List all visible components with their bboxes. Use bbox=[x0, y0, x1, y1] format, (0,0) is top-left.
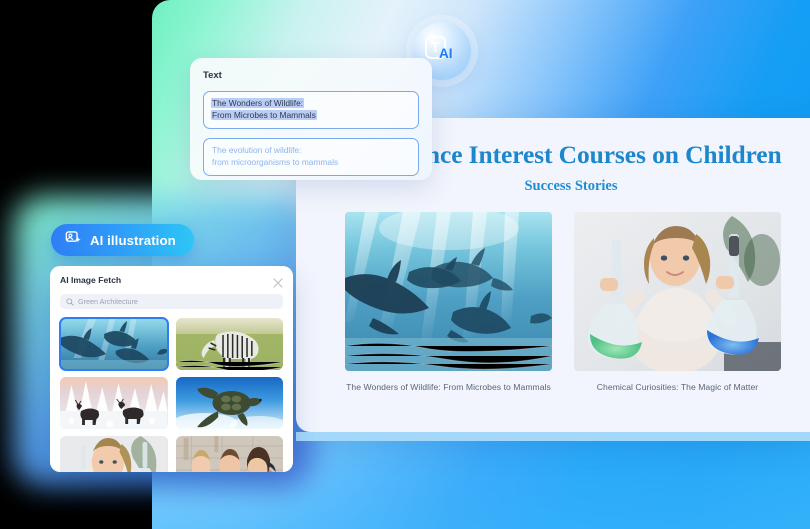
text-prompt-line-1: The evolution of wildlife: bbox=[212, 145, 302, 155]
gallery-caption: The Wonders of Wildlife: From Microbes t… bbox=[346, 382, 551, 392]
image-sparkle-icon bbox=[65, 229, 82, 251]
gallery-item[interactable]: Chemical Curiosities: The Magic of Matte… bbox=[574, 212, 781, 392]
ai-image-fetch-panel: AI Image Fetch Green Architecture bbox=[50, 266, 293, 472]
text-result-field[interactable]: The Wonders of Wildlife: From Microbes t… bbox=[203, 91, 419, 129]
ai-illustration-label: AI illustration bbox=[90, 232, 176, 248]
search-placeholder: Green Architecture bbox=[78, 297, 138, 306]
ai-image-fetch-grid bbox=[59, 317, 283, 472]
thumbnail-reindeer-snow[interactable] bbox=[60, 377, 168, 429]
gallery-caption: Chemical Curiosities: The Magic of Matte… bbox=[596, 382, 759, 392]
search-input[interactable]: Green Architecture bbox=[60, 294, 283, 309]
ai-image-fetch-header: AI Image Fetch bbox=[60, 275, 283, 288]
document-subtitle: Success Stories bbox=[524, 178, 618, 194]
thumbnail-dolphins[interactable] bbox=[59, 317, 169, 371]
text-panel-title: Text bbox=[203, 70, 222, 81]
text-prompt-field[interactable]: The evolution of wildlife: from microorg… bbox=[203, 138, 419, 176]
text-generation-panel: Text The Wonders of Wildlife: From Micro… bbox=[190, 58, 432, 180]
gallery-item[interactable]: The Wonders of Wildlife: From Microbes t… bbox=[345, 212, 552, 392]
document-gallery: The Wonders of Wildlife: From Microbes t… bbox=[345, 212, 781, 392]
thumbnail-sea-turtle[interactable] bbox=[175, 377, 283, 429]
text-ai-badge-icon: T AI bbox=[425, 36, 459, 66]
screenshot-stage: Science Interest Courses on Children Suc… bbox=[0, 0, 810, 529]
thumbnail-child-with-flask[interactable] bbox=[60, 436, 168, 472]
thumbnail-zebra[interactable] bbox=[175, 318, 283, 370]
thumbnail-children-classroom[interactable] bbox=[175, 436, 283, 472]
badge-ai-label: AI bbox=[439, 46, 453, 61]
search-icon bbox=[66, 293, 74, 311]
text-result-line-1: The Wonders of Wildlife: bbox=[211, 98, 305, 108]
ai-illustration-button[interactable]: AI illustration bbox=[51, 224, 194, 256]
text-prompt-line-2: from microorganisms to mammals bbox=[212, 156, 339, 167]
document-bottom-band bbox=[296, 432, 810, 441]
ai-image-fetch-title: AI Image Fetch bbox=[60, 275, 122, 285]
text-result-line-2: From Microbes to Mammals bbox=[211, 109, 317, 120]
gallery-image-dolphins bbox=[345, 212, 552, 371]
gallery-image-chemistry bbox=[574, 212, 781, 371]
close-icon[interactable] bbox=[273, 275, 283, 288]
